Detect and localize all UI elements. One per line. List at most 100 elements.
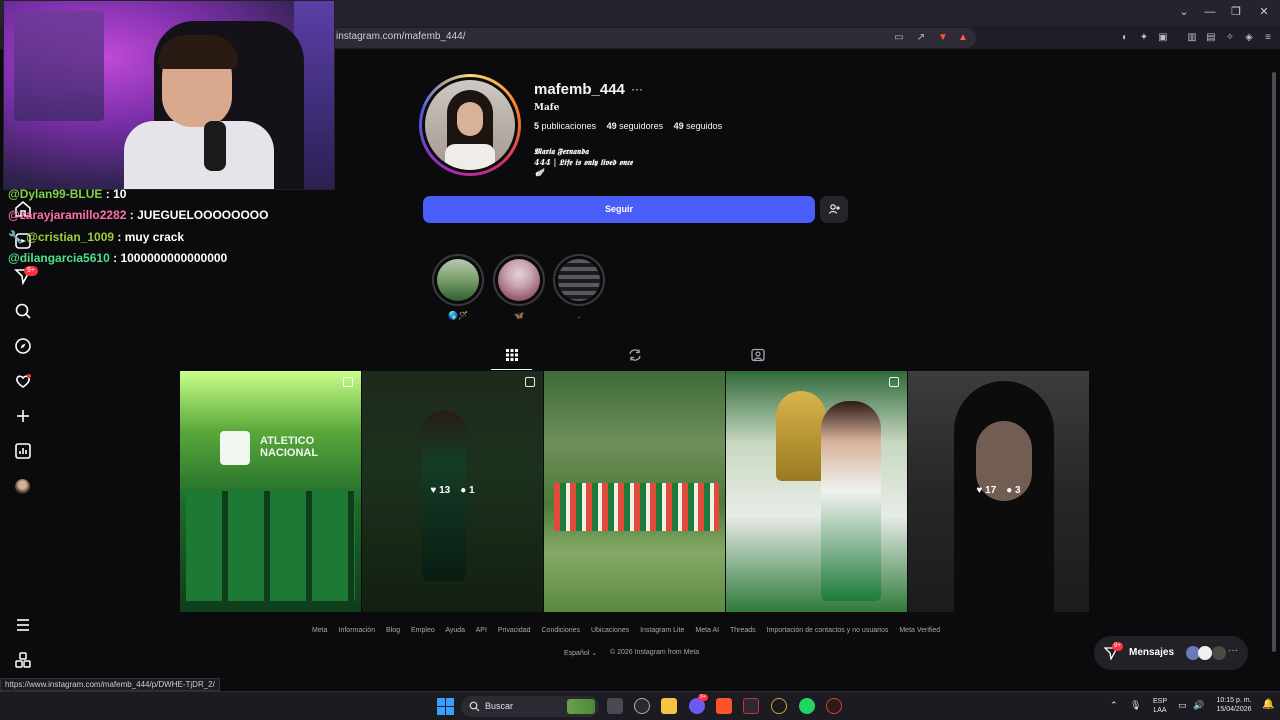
following-link[interactable]: 49 seguidos — [674, 121, 723, 131]
app-icon[interactable] — [743, 698, 759, 714]
footer-link[interactable]: Condiciones — [542, 627, 581, 634]
microphone — [204, 121, 226, 171]
leo-ai-icon[interactable]: ✧ — [1223, 31, 1237, 45]
followers-link[interactable]: 49 seguidores — [607, 121, 664, 131]
brave-browser-icon[interactable] — [716, 698, 732, 714]
close-button[interactable]: ✕ — [1252, 4, 1276, 20]
wall-lettering: ATLETICO NACIONAL — [260, 435, 319, 459]
footer-link[interactable]: Threads — [730, 627, 756, 634]
story-highlight[interactable] — [553, 254, 605, 306]
scrollbar-thumb[interactable] — [1272, 72, 1276, 652]
screenshot-icon[interactable]: ▣ — [1156, 31, 1170, 45]
menu-icon[interactable] — [13, 615, 33, 635]
brave-rewards-icon[interactable]: ▲ — [956, 31, 970, 45]
url-text[interactable]: instagram.com/mafemb_444/ — [336, 31, 466, 42]
footer-link[interactable]: Información — [339, 627, 376, 634]
suggested-accounts-button[interactable] — [820, 196, 848, 223]
footer-link[interactable]: Instagram Lite — [640, 627, 684, 634]
app-icon[interactable] — [826, 698, 842, 714]
messages-button[interactable]: 9+ Mensajes ··· — [1094, 636, 1248, 670]
chat-avatar — [1212, 646, 1226, 660]
more-options-icon[interactable]: ··· — [631, 82, 643, 96]
footer-link[interactable]: API — [476, 627, 487, 634]
extensions-puzzle-icon[interactable]: ✦ — [1137, 31, 1151, 45]
footer-link[interactable]: Ubicaciones — [591, 627, 629, 634]
footer-link[interactable]: Importación de contactos y no usuarios — [767, 627, 889, 634]
chevron-down-icon: ⌄ — [591, 650, 598, 657]
explore-icon[interactable] — [13, 336, 33, 356]
more-icon: ··· — [1228, 645, 1238, 656]
microphone-icon[interactable]: 🎙 — [1130, 701, 1141, 710]
post-thumbnail[interactable]: ♥ 13 ● 1 — [362, 371, 543, 612]
tab-search-icon[interactable]: ⌄ — [1172, 4, 1196, 20]
share-icon[interactable]: ↗ — [914, 31, 928, 45]
post-engagement: ♥ 13 ● 1 — [362, 485, 543, 496]
tray-chevron-icon[interactable]: ⌃ — [1110, 701, 1118, 710]
app-icon[interactable] — [634, 698, 650, 714]
footer-link[interactable]: Meta — [312, 627, 328, 634]
follow-button[interactable]: Seguir — [423, 196, 815, 223]
clock[interactable]: 10:15 p. m. 15/04/2026 — [1212, 696, 1256, 714]
taskbar-search[interactable]: Buscar — [461, 696, 599, 717]
tagged-icon[interactable] — [751, 348, 765, 362]
footer-link[interactable]: Ayuda — [445, 627, 465, 634]
post-thumbnail[interactable]: ♥ 17 ● 3 — [908, 371, 1089, 612]
language-indicator[interactable]: ESP LAA — [1150, 697, 1170, 715]
carousel-icon — [343, 377, 353, 387]
post-thumbnail[interactable] — [544, 371, 725, 612]
footer-link[interactable]: Meta Verified — [899, 627, 940, 634]
highlight-label: 🦋 — [514, 311, 524, 320]
minimize-button[interactable]: — — [1198, 4, 1222, 20]
brave-shields-icon[interactable]: ▼ — [936, 31, 950, 45]
sidebar-icon[interactable]: ▥ — [1185, 31, 1199, 45]
vpn-icon[interactable]: ◈ — [1242, 31, 1256, 45]
extension-icon[interactable]: ◐ — [1118, 31, 1132, 45]
story-highlight[interactable] — [432, 254, 484, 306]
search-highlight-image — [567, 699, 595, 714]
language-select[interactable]: Español ⌄ — [564, 649, 597, 657]
club-crest — [220, 431, 250, 465]
chat-message: @dilangarcia5610 : 1000000000000000 — [8, 251, 228, 265]
maximize-button[interactable]: ❐ — [1224, 4, 1248, 20]
bio-line: 🪽 — [535, 168, 545, 177]
cast-icon[interactable]: ▭ — [892, 31, 906, 45]
obs-icon[interactable] — [771, 698, 787, 714]
profile-picture[interactable] — [419, 74, 521, 176]
post-thumbnail[interactable] — [726, 371, 907, 612]
page-scrollbar[interactable] — [1271, 56, 1277, 676]
windows-start-icon[interactable] — [437, 698, 454, 715]
profile-username: mafemb_444 — [534, 81, 625, 98]
discord-badge: 9+ — [698, 694, 708, 701]
search-icon[interactable] — [13, 301, 33, 321]
story-highlight[interactable] — [493, 254, 545, 306]
notifications-icon[interactable] — [13, 371, 33, 391]
chat-message: @zarayjaramillo2282 : JUEGUELOOOOOOOO — [8, 208, 269, 222]
spotify-icon[interactable] — [799, 698, 815, 714]
profile-avatar[interactable] — [15, 479, 30, 494]
repost-icon[interactable] — [628, 348, 642, 362]
wallet-icon[interactable]: ▤ — [1204, 31, 1218, 45]
task-view-icon[interactable] — [607, 698, 623, 714]
volume-icon[interactable]: 🔊 — [1193, 701, 1204, 710]
notification-icon[interactable]: 🔔 — [1262, 700, 1274, 710]
file-explorer-icon[interactable] — [661, 698, 677, 714]
direct-badge: 9+ — [24, 266, 38, 276]
post-engagement: ♥ 17 ● 3 — [908, 485, 1089, 496]
comments-count: ● 3 — [1006, 485, 1021, 496]
menu-icon[interactable]: ≡ — [1261, 31, 1275, 45]
dashboard-icon[interactable] — [13, 441, 33, 461]
footer-link[interactable]: Privacidad — [498, 627, 531, 634]
footer-link[interactable]: Meta AI — [695, 627, 719, 634]
messages-label: Mensajes — [1129, 647, 1175, 658]
network-icon[interactable]: ▭ — [1178, 701, 1187, 710]
create-icon[interactable] — [13, 406, 33, 426]
footer-link[interactable]: Empleo — [411, 627, 435, 634]
likes-count: ♥ 17 — [976, 485, 997, 496]
apps-icon[interactable] — [13, 650, 33, 670]
post-thumbnail[interactable]: ATLETICO NACIONAL — [180, 371, 361, 612]
highlight-label: 🌎🪄 — [448, 311, 468, 320]
person-add-icon — [828, 204, 840, 214]
footer-link[interactable]: Blog — [386, 627, 400, 634]
grid-icon[interactable] — [505, 348, 519, 362]
address-bar[interactable]: instagram.com/mafemb_444/ ▭ ↗ ▼ ▲ — [320, 28, 976, 48]
